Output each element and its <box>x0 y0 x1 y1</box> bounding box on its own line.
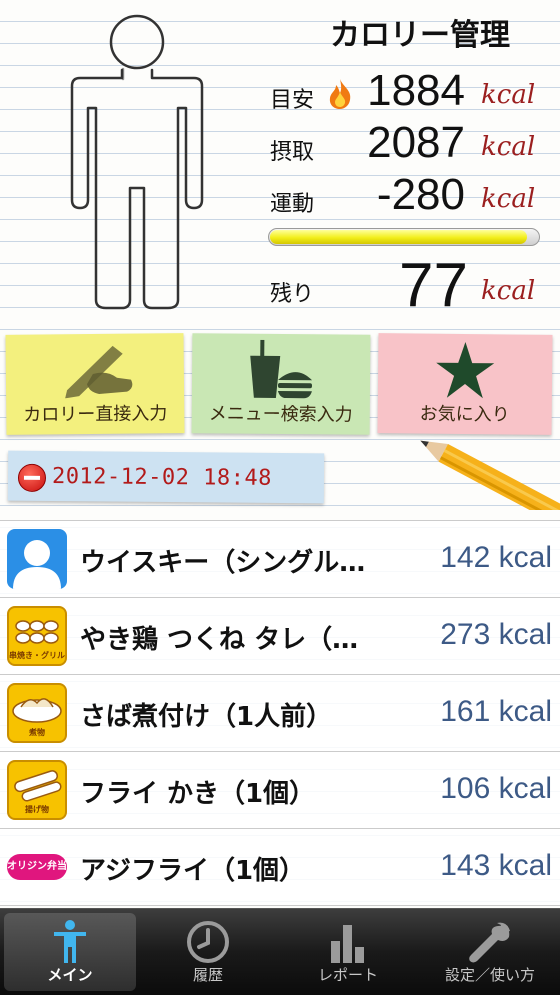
tab-bar: メイン 履歴 レポート 設定／使い方 <box>0 908 560 995</box>
fried-category-icon: 揚げ物 <box>7 760 67 820</box>
tab-label: メイン <box>47 966 93 984</box>
pencil-decoration-icon <box>420 440 560 510</box>
meal-kcal: 273 kcal <box>440 618 552 651</box>
meal-kcal: 106 kcal <box>440 772 552 805</box>
wrench-icon <box>469 922 510 963</box>
meal-row[interactable]: 煮物 さば煮付け（1人前） 161 kcal <box>0 675 560 752</box>
menu-search-button[interactable]: メニュー検索入力 <box>191 333 371 435</box>
pencil-hand-icon <box>65 345 133 399</box>
brand-logo-icon: オリジン弁当 <box>7 837 67 897</box>
meal-kcal: 161 kcal <box>440 695 552 728</box>
remaining-label: 残り <box>270 282 315 307</box>
bar-chart-icon <box>331 925 364 963</box>
meal-name: フライ かき（1個） <box>80 779 316 809</box>
meal-kcal: 143 kcal <box>440 849 552 882</box>
favorites-label: お気に入り <box>419 403 510 426</box>
favorites-button[interactable]: お気に入り <box>377 333 553 435</box>
direct-input-button[interactable]: カロリー直接入力 <box>5 333 185 435</box>
meal-name: アジフライ（1個） <box>80 856 306 886</box>
intake-unit: kcal <box>481 132 536 162</box>
fast-food-icon <box>250 339 313 399</box>
meal-list: ウイスキー（シングル… 142 kcal 串焼き・グリル やき鶏 つくね タレ（… <box>0 520 560 906</box>
calorie-progress-bar <box>268 228 540 246</box>
exercise-unit: kcal <box>481 184 536 214</box>
meal-name: やき鶏 つくね タレ（… <box>80 625 359 655</box>
target-label: 目安 <box>270 88 315 113</box>
meal-name: ウイスキー（シングル… <box>80 548 366 578</box>
meal-row[interactable]: ウイスキー（シングル… 142 kcal <box>0 520 560 598</box>
target-unit: kcal <box>481 80 536 110</box>
meal-row[interactable]: 揚げ物 フライ かき（1個） 106 kcal <box>0 752 560 829</box>
tab-settings[interactable]: 設定／使い方 <box>424 913 556 991</box>
simmered-category-icon: 煮物 <box>7 683 67 743</box>
target-value: 1884 <box>367 66 465 115</box>
exercise-value: -280 <box>376 170 465 219</box>
remaining-value: 77 <box>399 251 468 320</box>
page-title: カロリー管理 <box>330 18 510 53</box>
meal-row[interactable]: オリジン弁当 アジフライ（1個） 143 kcal <box>0 829 560 906</box>
category-caption: 揚げ物 <box>25 805 49 814</box>
date-tag[interactable]: 2012-12-02 18:48 <box>7 450 325 504</box>
person-icon <box>54 920 86 963</box>
tab-history[interactable]: 履歴 <box>142 913 274 991</box>
meal-kcal: 142 kcal <box>440 541 552 574</box>
tab-label: 設定／使い方 <box>444 966 535 984</box>
yakitori-category-icon: 串焼き・グリル <box>7 606 67 666</box>
calorie-progress-fill <box>270 230 527 244</box>
intake-label: 摂取 <box>270 140 315 165</box>
date-text: 2012-12-02 18:48 <box>51 464 273 491</box>
tab-report[interactable]: レポート <box>282 913 414 991</box>
direct-input-label: カロリー直接入力 <box>23 403 168 426</box>
tab-main[interactable]: メイン <box>4 913 136 991</box>
brand-logo-text: オリジン弁当 <box>7 854 67 880</box>
tab-label: レポート <box>317 966 378 984</box>
user-silhouette-icon <box>7 529 67 589</box>
minus-circle-icon[interactable] <box>17 463 47 492</box>
intake-value: 2087 <box>367 118 465 167</box>
category-caption: 串焼き・グリル <box>9 651 65 660</box>
body-figure-icon <box>70 14 204 310</box>
menu-search-label: メニュー検索入力 <box>208 403 353 426</box>
exercise-label: 運動 <box>270 192 315 217</box>
star-icon <box>436 342 495 399</box>
clock-icon <box>187 921 229 963</box>
flame-icon <box>329 79 351 109</box>
meal-row[interactable]: 串焼き・グリル やき鶏 つくね タレ（… 273 kcal <box>0 598 560 675</box>
category-caption: 煮物 <box>29 728 45 737</box>
meal-name: さば煮付け（1人前） <box>80 702 333 732</box>
tab-label: 履歴 <box>192 966 223 984</box>
remaining-unit: kcal <box>481 276 536 306</box>
